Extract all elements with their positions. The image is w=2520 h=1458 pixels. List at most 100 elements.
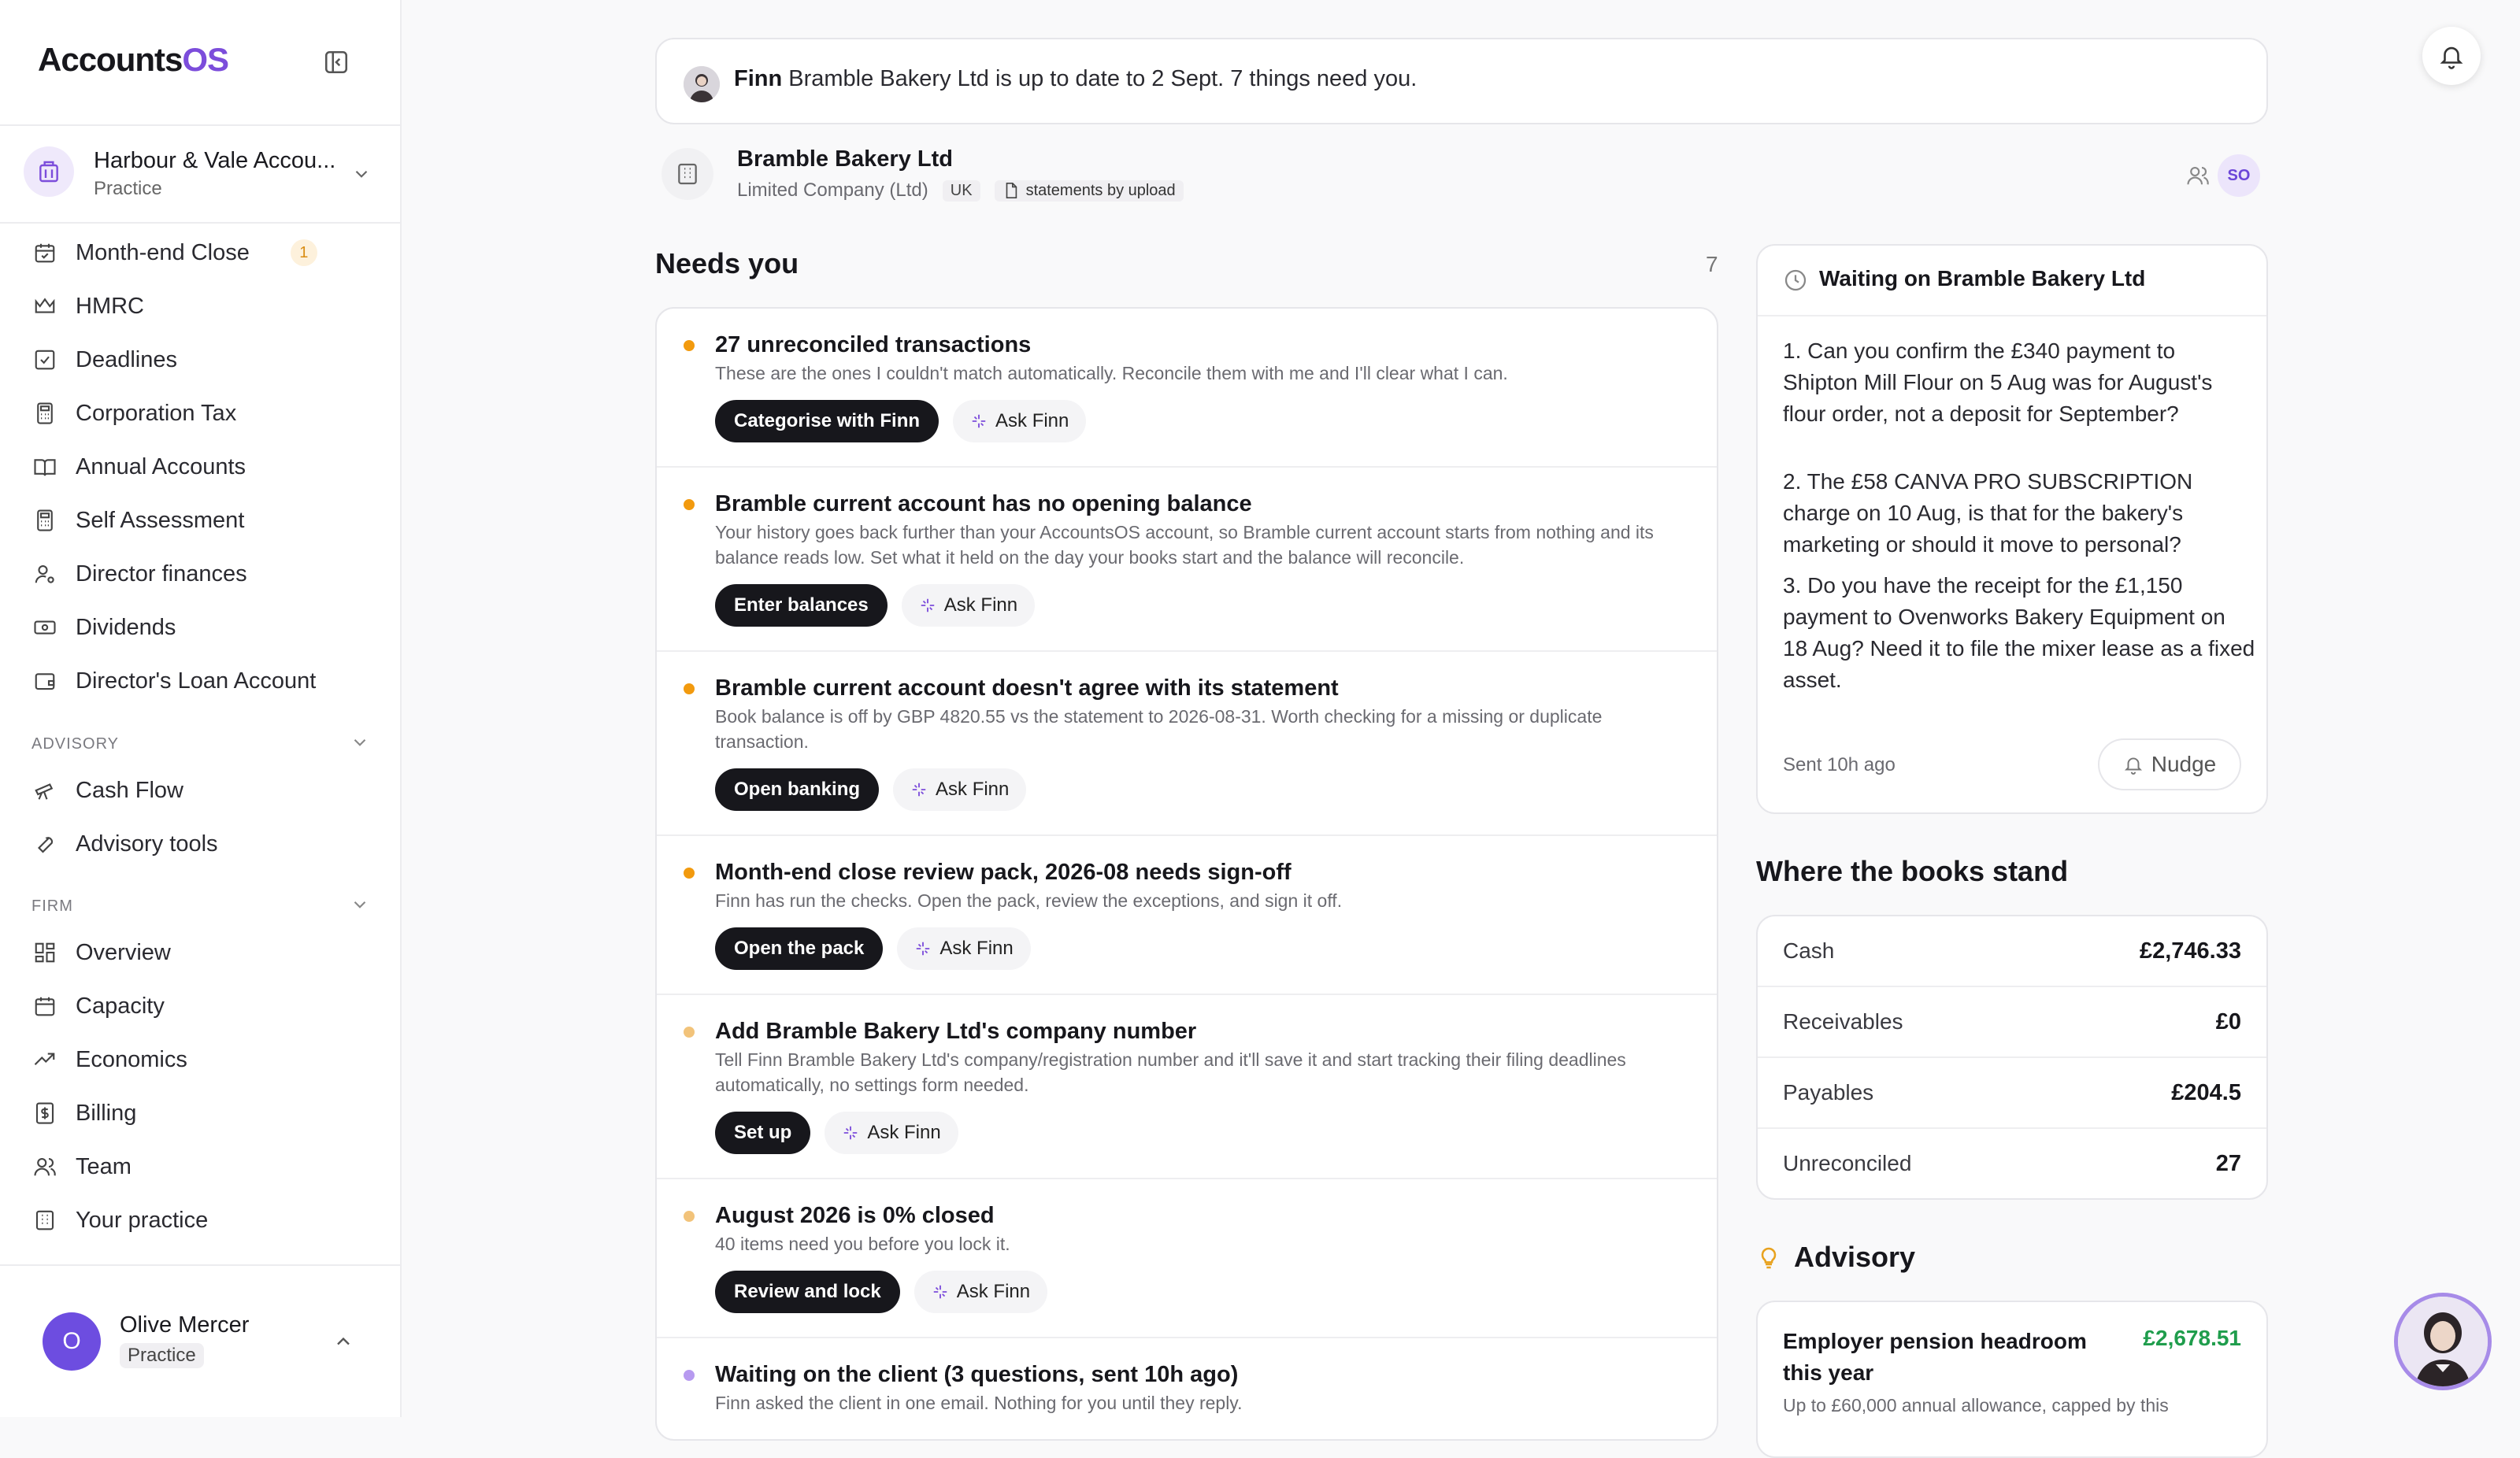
bell-icon[interactable] [2422, 27, 2481, 85]
nav-label: Deadlines [76, 346, 177, 372]
list-item: August 2026 is 0% closed 40 items need y… [657, 1179, 1717, 1338]
ask-finn-button[interactable]: Ask Finn [825, 1112, 958, 1154]
nav-hmrc[interactable]: HMRC [32, 283, 144, 329]
list-item: Add Bramble Bakery Ltd's company number … [657, 995, 1717, 1179]
crown-icon [32, 293, 58, 320]
nav-team[interactable]: Team [32, 1144, 132, 1190]
open-banking-button[interactable]: Open banking [715, 768, 880, 811]
nav-annual-accounts[interactable]: Annual Accounts [32, 444, 246, 490]
nav-overview[interactable]: Overview [32, 930, 171, 975]
sparkle-icon [912, 783, 926, 797]
table-row: Cash £2,746.33 [1758, 916, 2266, 987]
table-row: Receivables £0 [1758, 987, 2266, 1058]
nav-advisory-tools[interactable]: Advisory tools [32, 821, 218, 867]
chevron-down-icon[interactable] [350, 732, 370, 753]
chevron-down-icon[interactable] [350, 894, 370, 915]
advisory-card[interactable]: Employer pension headroom this year £2,6… [1756, 1301, 2268, 1458]
status-dot [684, 1370, 695, 1381]
nav-director-finances[interactable]: Director finances [32, 551, 247, 597]
ask-finn-button[interactable]: Ask Finn [953, 400, 1087, 442]
users-icon[interactable] [2186, 164, 2210, 187]
divider [0, 124, 402, 126]
open-the-pack-button[interactable]: Open the pack [715, 927, 884, 970]
item-description: 40 items need you before you lock it. [715, 1234, 1010, 1254]
list-item: Bramble current account has no opening b… [657, 468, 1717, 652]
status-dot [684, 1027, 695, 1038]
app-logo[interactable]: AccountsOS [38, 41, 229, 79]
nav-label: Cash Flow [76, 777, 183, 803]
status-dot [684, 683, 695, 694]
enter-balances-button[interactable]: Enter balances [715, 584, 888, 627]
review-and-lock-button[interactable]: Review and lock [715, 1271, 900, 1313]
sparkle-icon [844, 1126, 858, 1140]
nav-label: Month-end Close [76, 239, 250, 265]
set-up-button[interactable]: Set up [715, 1112, 811, 1154]
org-switcher-name[interactable]: Harbour & Vale Accou... [94, 148, 335, 174]
ask-finn-button[interactable]: Ask Finn [893, 768, 1027, 811]
user-role-badge: Practice [120, 1343, 204, 1368]
divider [1758, 315, 2266, 316]
nav-label: Director finances [76, 561, 247, 587]
finn-assistant-avatar[interactable] [2394, 1293, 2492, 1390]
item-title: Month-end close review pack, 2026-08 nee… [715, 860, 1292, 885]
nav-label: Annual Accounts [76, 453, 246, 479]
assignee-avatar[interactable]: SO [2218, 154, 2260, 197]
sparkle-icon [972, 414, 986, 428]
chevron-up-icon[interactable] [332, 1330, 354, 1353]
wrench-icon [32, 831, 58, 857]
item-description: Tell Finn Bramble Bakery Ltd's company/r… [715, 1049, 1626, 1095]
receipt-icon [32, 1100, 58, 1127]
nav-capacity[interactable]: Capacity [32, 983, 165, 1029]
categorise-with-finn-button[interactable]: Categorise with Finn [715, 400, 939, 442]
collapse-sidebar-icon[interactable] [323, 49, 350, 76]
org-switcher-type: Practice [94, 178, 162, 199]
nav-label: Overview [76, 939, 171, 965]
main-content: Finn Bramble Bakery Ltd is up to date to… [402, 0, 2520, 1458]
user-avatar[interactable]: O [43, 1312, 101, 1371]
feed-tag: statements by upload [994, 179, 1184, 202]
nav-economics[interactable]: Economics [32, 1037, 187, 1082]
user-cog-icon [32, 561, 58, 587]
user-name: Olive Mercer [120, 1312, 250, 1338]
ask-finn-button[interactable]: Ask Finn [914, 1271, 1048, 1313]
nav-cash-flow[interactable]: Cash Flow [32, 768, 183, 813]
nav-label: Corporation Tax [76, 400, 237, 426]
divider [0, 222, 402, 224]
nav-dividends[interactable]: Dividends [32, 605, 176, 650]
nav-corporation-tax[interactable]: Corporation Tax [32, 390, 236, 436]
list-item: Bramble current account doesn't agree wi… [657, 652, 1717, 836]
needs-you-heading: Needs you [655, 247, 799, 279]
company-type: Limited Company (Ltd) [737, 179, 928, 201]
advisory-card-value: £2,678.51 [2143, 1326, 2241, 1350]
ask-finn-button[interactable]: Ask Finn [901, 584, 1036, 627]
waiting-card: Waiting on Bramble Bakery Ltd 1. Can you… [1756, 244, 2268, 814]
nav-month-end-close[interactable]: Month-end Close 1 [32, 230, 317, 276]
finn-status-banner: Finn Bramble Bakery Ltd is up to date to… [655, 38, 2268, 124]
waiting-title: Waiting on Bramble Bakery Ltd [1819, 266, 2146, 290]
clock-icon [1783, 268, 1808, 293]
finn-avatar [684, 66, 720, 102]
item-description: These are the ones I couldn't match auto… [715, 363, 1508, 383]
nav-your-practice[interactable]: Your practice [32, 1197, 208, 1243]
nav-self-assessment[interactable]: Self Assessment [32, 498, 244, 543]
item-title: 27 unreconciled transactions [715, 332, 1032, 357]
nav-directors-loan-account[interactable]: Director's Loan Account [32, 658, 316, 704]
section-label-firm: FIRM [32, 897, 73, 915]
sparkle-icon [921, 598, 934, 612]
building-icon [32, 1207, 58, 1234]
chevron-down-icon[interactable] [351, 164, 372, 184]
list-item: Month-end close review pack, 2026-08 nee… [657, 836, 1717, 995]
item-title: Add Bramble Bakery Ltd's company number [715, 1019, 1197, 1044]
calculator-icon [32, 507, 58, 534]
nav-billing[interactable]: Billing [32, 1090, 136, 1136]
company-meta: Limited Company (Ltd) UK statements by u… [737, 179, 1184, 202]
nav-label: Dividends [76, 614, 176, 640]
ask-finn-button[interactable]: Ask Finn [897, 927, 1031, 970]
feed-label: statements by upload [1025, 181, 1176, 199]
status-dot [684, 1211, 695, 1222]
nudge-button[interactable]: Nudge [2098, 738, 2241, 790]
users-icon [32, 1153, 58, 1180]
calendar-check-icon [32, 239, 58, 266]
nav-deadlines[interactable]: Deadlines [32, 337, 177, 383]
item-title: August 2026 is 0% closed [715, 1203, 995, 1228]
